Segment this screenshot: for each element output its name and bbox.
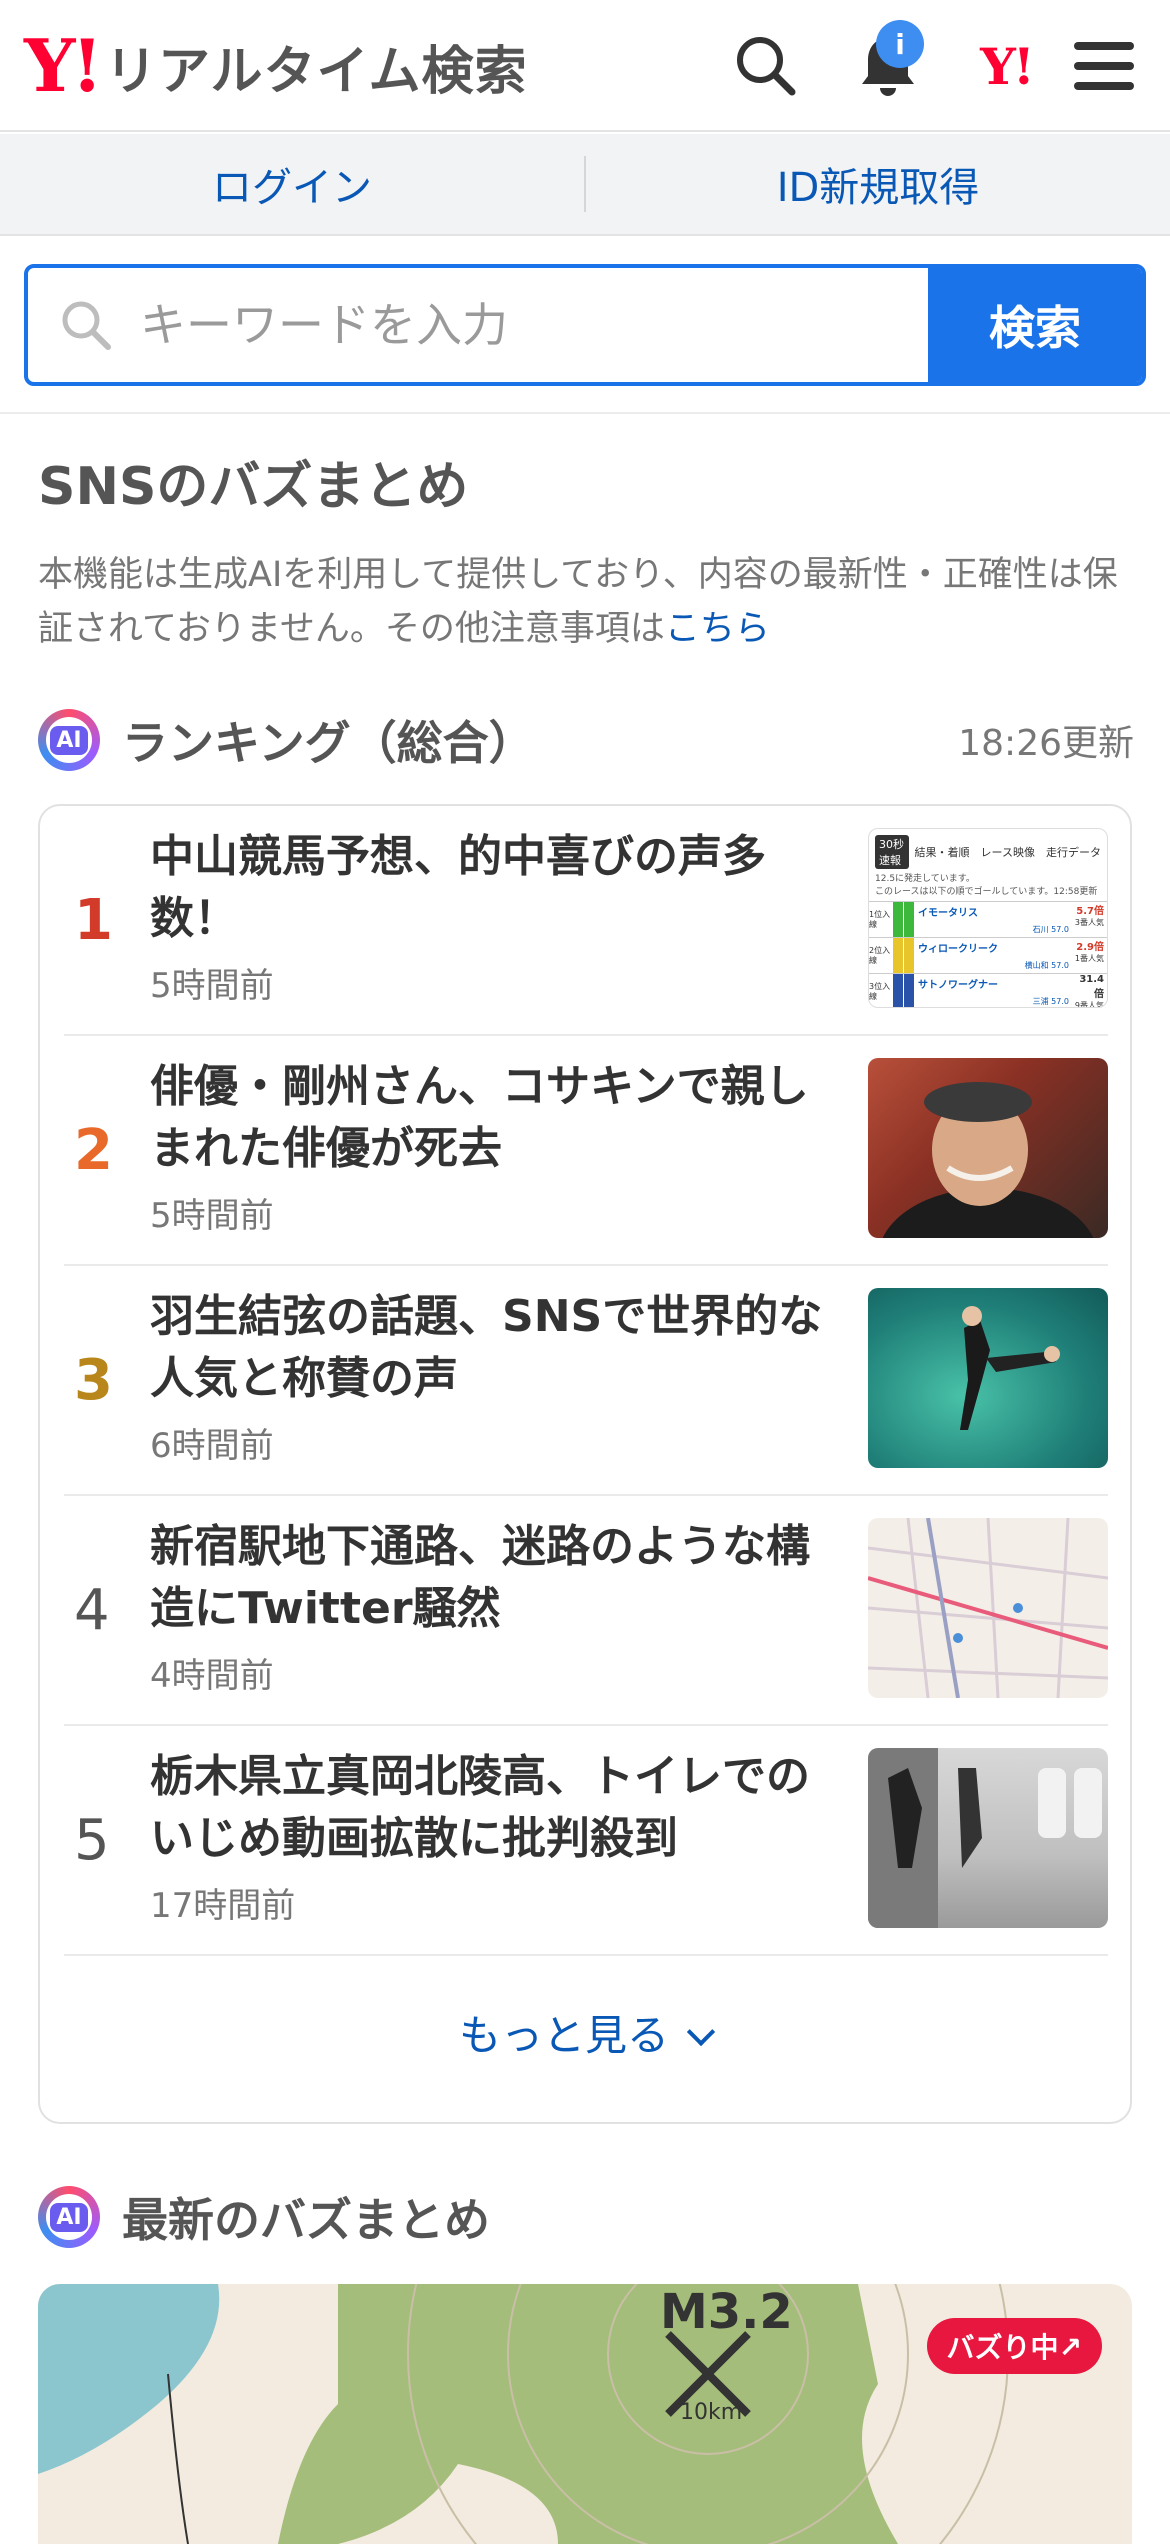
ai-label: AI	[50, 2202, 88, 2232]
thumb-odds: 5.7倍	[1076, 906, 1104, 917]
thumb-place: 1位入線	[869, 910, 891, 929]
skating-photo-thumbnail	[868, 1288, 1108, 1468]
buzz-badge: バズり中↗	[926, 2318, 1102, 2374]
ranking-title: ランキング（総合）	[122, 716, 535, 770]
ranking-item-title: 栃木県立真岡北陵高、トイレでのいじめ動画拡散に批判殺到	[150, 1751, 810, 1864]
search-icon[interactable]	[728, 26, 804, 106]
ai-icon: AI	[38, 2186, 100, 2248]
section-divider	[0, 412, 1170, 414]
ai-notice-text: 本機能は生成AIを利用して提供しており、内容の最新性・正確性は保証されておりませ…	[38, 555, 1118, 649]
map-magnitude: M3.2	[660, 2284, 793, 2340]
thumb-horse: ウィロークリーク	[918, 944, 998, 955]
ai-icon: AI	[38, 709, 100, 771]
search-field[interactable]	[28, 268, 928, 382]
logo-y-mark: Y!	[24, 23, 103, 108]
school-video-thumbnail	[868, 1748, 1108, 1928]
actor-photo-thumbnail	[868, 1058, 1108, 1238]
rank-number: 2	[74, 1117, 113, 1183]
search-field-icon	[62, 301, 111, 350]
latest-header: AI 最新のバズまとめ	[38, 2184, 490, 2250]
ai-label: AI	[50, 725, 88, 755]
thumb-row: 3位入線 サトノワーグナー 三浦 57.0 31.4倍 9番人気	[869, 973, 1107, 1008]
more-button[interactable]: もっと見る	[40, 2002, 1130, 2063]
map-scale: 10km	[680, 2400, 743, 2425]
thumb-pop: 3番人気	[1074, 918, 1104, 927]
menu-icon[interactable]	[1066, 26, 1142, 106]
ai-notice: 本機能は生成AIを利用して提供しており、内容の最新性・正確性は保証されておりませ…	[38, 548, 1138, 656]
thumb-horse: イモータリス	[918, 908, 978, 919]
ranking-item[interactable]: 1 中山競馬予想、的中喜びの声多数！ 5時間前 30秒速報 結果・着順 レース映…	[64, 806, 1108, 1036]
station-map-thumbnail	[868, 1518, 1108, 1698]
thumb-odds: 2.9倍	[1076, 942, 1104, 953]
ranking-item-time: 17時間前	[150, 1886, 296, 1926]
ranking-item[interactable]: 4 新宿駅地下通路、迷路のような構造にTwitter騒然 4時間前	[64, 1496, 1108, 1726]
thumb-note-1: 12.5に発走しています。	[875, 874, 975, 884]
search-input[interactable]	[140, 298, 860, 352]
rank-number: 3	[74, 1347, 113, 1413]
ranking-item-time: 5時間前	[150, 1196, 274, 1236]
logo-text: リアルタイム検索	[105, 41, 528, 102]
ranking-item[interactable]: 5 栃木県立真岡北陵高、トイレでのいじめ動画拡散に批判殺到 17時間前	[64, 1726, 1108, 1956]
app-header: Y! リアルタイム検索 i Y!	[0, 0, 1170, 132]
thumb-jockey: 石川 57.0	[1032, 925, 1069, 934]
thumb-jockey: 横山和 57.0	[1024, 961, 1069, 970]
ranking-header: AI ランキング（総合） 18:26更新	[38, 704, 1134, 776]
thumb-place: 3位入線	[869, 982, 891, 1001]
thumb-pop: 1番人気	[1074, 954, 1104, 963]
yahoo-icon[interactable]: Y!	[968, 26, 1044, 106]
thumb-row: 2位入線 ウィロークリーク 横山和 57.0 2.9倍 1番人気	[869, 937, 1107, 973]
earthquake-map-image[interactable]: M3.2 10km バズり中↗	[38, 2284, 1132, 2544]
thumb-note-2: このレースは以下の順でゴールしています。12:58更新	[875, 887, 1098, 897]
ranking-item-time: 4時間前	[150, 1656, 274, 1696]
bell-icon[interactable]: i	[850, 20, 926, 106]
thumb-place: 2位入線	[869, 946, 891, 965]
thumb-jockey: 三浦 57.0	[1032, 997, 1069, 1006]
ranking-item[interactable]: 2 俳優・剛州さん、コサキンで親しまれた俳優が死去 5時間前	[64, 1036, 1108, 1266]
ranking-item-time: 6時間前	[150, 1426, 274, 1466]
thumb-header: 結果・着順 レース映像 走行データ	[914, 846, 1101, 859]
ranking-item-time: 5時間前	[150, 966, 274, 1006]
notice-link[interactable]: こちら	[665, 609, 770, 649]
rank-number: 1	[74, 887, 113, 953]
search-button[interactable]: 検索	[928, 268, 1142, 382]
ranking-item-title: 中山競馬予想、的中喜びの声多数！	[150, 831, 766, 944]
ranking-item-title: 俳優・剛州さん、コサキンで親しまれた俳優が死去	[150, 1061, 809, 1174]
chevron-down-icon	[686, 2017, 716, 2047]
ranking-item[interactable]: 3 羽生結弦の話題、SNSで世界的な人気と称賛の声 6時間前	[64, 1266, 1108, 1496]
rank-number: 5	[74, 1807, 110, 1873]
login-link[interactable]: ログイン	[0, 155, 584, 213]
latest-title: 最新のバズまとめ	[122, 2193, 490, 2247]
thumb-pop: 9番人気	[1074, 1001, 1104, 1008]
rank-number: 4	[74, 1577, 110, 1643]
thumb-odds: 31.4倍	[1079, 974, 1104, 1000]
yahoo-realtime-logo[interactable]: Y! リアルタイム検索	[24, 28, 527, 104]
register-link[interactable]: ID新規取得	[586, 155, 1170, 213]
thumb-tag: 30秒速報	[875, 835, 909, 869]
ranking-card: 1 中山競馬予想、的中喜びの声多数！ 5時間前 30秒速報 結果・着順 レース映…	[38, 804, 1132, 2124]
thumb-horse: サトノワーグナー	[918, 980, 998, 991]
notification-badge: i	[876, 20, 924, 68]
more-label: もっと見る	[458, 2011, 669, 2060]
yahoo-mark: Y!	[980, 36, 1035, 96]
login-bar: ログイン ID新規取得	[0, 134, 1170, 236]
race-result-thumbnail: 30秒速報 結果・着順 レース映像 走行データ 12.5に発走しています。 この…	[868, 828, 1108, 1008]
search-box: 検索	[24, 264, 1146, 386]
ranking-updated: 18:26更新	[958, 723, 1134, 764]
ranking-item-title: 新宿駅地下通路、迷路のような構造にTwitter騒然	[150, 1521, 810, 1634]
thumb-row: 1位入線 イモータリス 石川 57.0 5.7倍 3番人気	[869, 901, 1107, 937]
ranking-item-title: 羽生結弦の話題、SNSで世界的な人気と称賛の声	[150, 1291, 823, 1404]
section-title: SNSのバズまとめ	[38, 457, 469, 517]
